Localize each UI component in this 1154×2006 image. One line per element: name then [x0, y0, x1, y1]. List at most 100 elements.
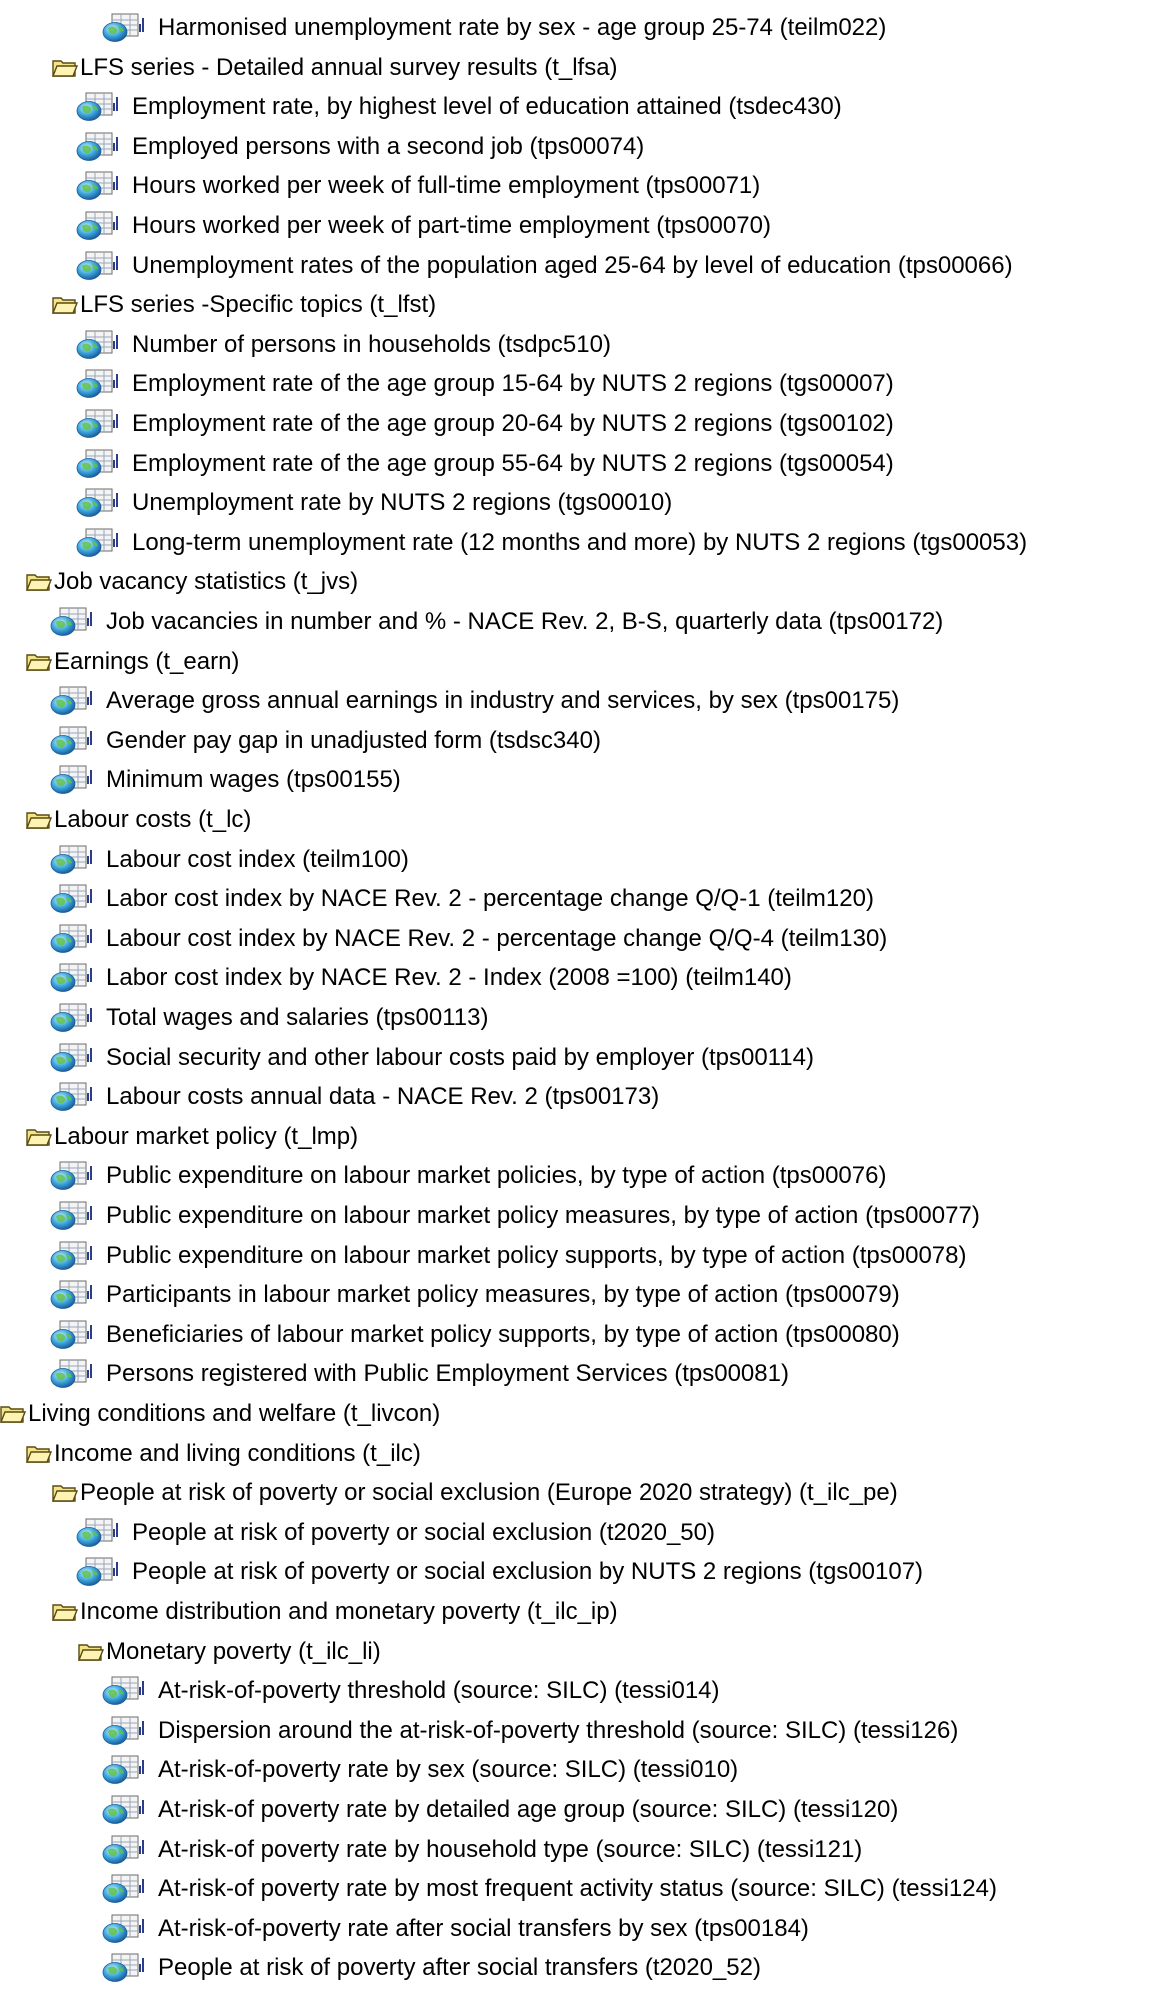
dataset-table-icon [50, 607, 94, 637]
dataset-node-labour-cost-index-by-nace-rev-2-percenta[interactable]: Labour cost index by NACE Rev. 2 - perce… [50, 919, 887, 959]
folder-label: Earnings (t_earn) [54, 647, 240, 675]
dataset-table-icon [50, 1043, 94, 1073]
dataset-label: Employment rate of the age group 20-64 b… [132, 410, 894, 437]
dataset-node-total-wages-and-salaries[interactable]: Total wages and salaries (tps00113) [50, 998, 488, 1038]
dataset-node-public-expenditure-on-labour-market-poli[interactable]: Public expenditure on labour market poli… [50, 1236, 966, 1276]
dataset-node-beneficiaries-of-labour-market-policy-su[interactable]: Beneficiaries of labour market policy su… [50, 1315, 900, 1355]
dataset-node-number-of-persons-in-households[interactable]: Number of persons in households (tsdpc51… [76, 325, 611, 365]
dataset-node-persons-registered-with-public-employmen[interactable]: Persons registered with Public Employmen… [50, 1354, 789, 1394]
dataset-table-icon [76, 251, 120, 281]
dataset-node-dispersion-around-the-at-risk-of-poverty[interactable]: Dispersion around the at-risk-of-poverty… [102, 1711, 958, 1751]
dataset-table-icon [50, 924, 94, 954]
dataset-node-hours-worked-per-week-of-part-time-emplo[interactable]: Hours worked per week of part-time emplo… [76, 206, 771, 246]
dataset-node-minimum-wages[interactable]: Minimum wages (tps00155) [50, 760, 401, 800]
dataset-label: Gender pay gap in unadjusted form (tsdsc… [106, 726, 601, 754]
dataset-table-icon [76, 171, 120, 201]
folder-node-lfs-series-specific-topics[interactable]: LFS series -Specific topics (t_lfst) [52, 285, 436, 325]
folder-node-labour-market-policy[interactable]: Labour market policy (t_lmp) [26, 1117, 358, 1157]
dataset-node-average-gross-annual-earnings-in-industr[interactable]: Average gross annual earnings in industr… [50, 681, 899, 721]
dataset-table-icon [76, 211, 120, 241]
folder-node-lfs-series-detailed-annual-survey-result[interactable]: LFS series - Detailed annual survey resu… [52, 48, 618, 88]
dataset-table-icon [50, 1280, 94, 1310]
folder-node-labour-costs[interactable]: Labour costs (t_lc) [26, 800, 251, 840]
dataset-table-icon [50, 765, 94, 795]
dataset-table-icon [76, 1557, 120, 1587]
dataset-label: Number of persons in households (tsdpc51… [132, 330, 611, 358]
dataset-node-participants-in-labour-market-policy-mea[interactable]: Participants in labour market policy mea… [50, 1275, 900, 1315]
dataset-node-labor-cost-index-by-nace-rev-2-percentag[interactable]: Labor cost index by NACE Rev. 2 - percen… [50, 879, 874, 919]
dataset-node-employment-rate-of-the-age-group-55-64-b[interactable]: Employment rate of the age group 55-64 b… [76, 444, 894, 484]
open-folder-icon [52, 1602, 78, 1622]
dataset-node-public-expenditure-on-labour-market-poli[interactable]: Public expenditure on labour market poli… [50, 1156, 886, 1196]
dataset-table-icon [76, 409, 120, 439]
dataset-node-labour-costs-annual-data-nace-rev-2[interactable]: Labour costs annual data - NACE Rev. 2 (… [50, 1077, 659, 1117]
dataset-label: Average gross annual earnings in industr… [106, 687, 900, 715]
dataset-table-icon [76, 369, 120, 399]
folder-node-income-distribution-and-monetary-poverty[interactable]: Income distribution and monetary poverty… [52, 1592, 618, 1632]
folder-label: People at risk of poverty or social excl… [80, 1479, 898, 1507]
dataset-node-employment-rate-of-the-age-group-15-64-b[interactable]: Employment rate of the age group 15-64 b… [76, 364, 894, 404]
dataset-label: Long-term unemployment rate (12 months a… [132, 528, 1028, 556]
folder-node-earnings[interactable]: Earnings (t_earn) [26, 642, 239, 682]
open-folder-icon [0, 1404, 26, 1424]
dataset-table-icon [102, 13, 146, 43]
folder-node-job-vacancy-statistics[interactable]: Job vacancy statistics (t_jvs) [26, 562, 358, 602]
open-folder-icon [26, 1444, 52, 1464]
dataset-label: Public expenditure on labour market poli… [106, 1241, 967, 1269]
dataset-node-employment-rate-of-the-age-group-20-64-b[interactable]: Employment rate of the age group 20-64 b… [76, 404, 894, 444]
dataset-node-long-term-unemployment-rate-by-nuts-2-re[interactable]: Long-term unemployment rate (12 months a… [76, 523, 1027, 563]
open-folder-icon [26, 1127, 52, 1147]
dataset-table-icon [102, 1755, 146, 1785]
dataset-node-at-risk-of-poverty-rate-after-social-tra[interactable]: At-risk-of-poverty rate after social tra… [102, 1909, 809, 1949]
dataset-node-employment-rate-by-highest-level-of-educ[interactable]: Employment rate, by highest level of edu… [76, 87, 842, 127]
dataset-node-at-risk-of-poverty-threshold[interactable]: At-risk-of-poverty threshold (source: SI… [102, 1671, 720, 1711]
dataset-node-hours-worked-per-week-of-full-time-emplo[interactable]: Hours worked per week of full-time emplo… [76, 166, 760, 206]
dataset-table-icon [102, 1835, 146, 1865]
dataset-label: At-risk-of-poverty threshold (source: SI… [158, 1677, 720, 1705]
dataset-node-job-vacancies-in-number-and-nace-rev-2-b[interactable]: Job vacancies in number and % - NACE Rev… [50, 602, 943, 642]
dataset-table-icon [50, 1359, 94, 1389]
dataset-table-icon [102, 1914, 146, 1944]
dataset-node-employed-persons-with-a-second-job[interactable]: Employed persons with a second job (tps0… [76, 127, 644, 167]
dataset-node-at-risk-of-poverty-rate-by-sex[interactable]: At-risk-of-poverty rate by sex (source: … [102, 1750, 738, 1790]
dataset-table-icon [76, 449, 120, 479]
dataset-table-icon [50, 1320, 94, 1350]
dataset-label: At-risk-of-poverty rate by sex (source: … [158, 1756, 739, 1784]
dataset-node-people-at-risk-of-poverty-after-social-t[interactable]: People at risk of poverty after social t… [102, 1948, 761, 1988]
dataset-table-icon [50, 726, 94, 756]
open-folder-icon [26, 572, 52, 592]
dataset-node-gender-pay-gap-in-unadjusted-form[interactable]: Gender pay gap in unadjusted form (tsdsc… [50, 721, 601, 761]
folder-node-people-at-risk-of-poverty-or-social-excl[interactable]: People at risk of poverty or social excl… [52, 1473, 898, 1513]
dataset-node-labor-cost-index-by-nace-rev-2-index[interactable]: Labor cost index by NACE Rev. 2 - Index … [50, 958, 792, 998]
dataset-node-unemployment-rates-of-the-population-age[interactable]: Unemployment rates of the population age… [76, 246, 1013, 286]
dataset-node-people-at-risk-of-poverty-or-social-excl[interactable]: People at risk of poverty or social excl… [76, 1513, 715, 1553]
dataset-label: People at risk of poverty after social t… [158, 1954, 761, 1982]
dataset-table-icon [102, 1953, 146, 1983]
dataset-node-people-at-risk-of-poverty-or-social-excl[interactable]: People at risk of poverty or social excl… [76, 1552, 923, 1592]
dataset-node-harmonised-unemployment-rate-by-sex-age-[interactable]: Harmonised unemployment rate by sex - ag… [102, 8, 886, 48]
dataset-node-at-risk-of-poverty-rate-by-most-frequent[interactable]: At-risk-of poverty rate by most frequent… [102, 1869, 997, 1909]
dataset-table-icon [102, 1676, 146, 1706]
dataset-node-at-risk-of-poverty-rate-by-detailed-age-[interactable]: At-risk-of poverty rate by detailed age … [102, 1790, 898, 1830]
open-folder-icon [26, 810, 52, 830]
dataset-label: Persons registered with Public Employmen… [106, 1360, 789, 1388]
dataset-label: Labour cost index by NACE Rev. 2 - perce… [106, 924, 888, 952]
folder-label: LFS series -Specific topics (t_lfst) [80, 291, 437, 319]
dataset-node-unemployment-rate-by-nuts-2-regions[interactable]: Unemployment rate by NUTS 2 regions (tgs… [76, 483, 672, 523]
dataset-node-social-security-and-other-labour-costs-p[interactable]: Social security and other labour costs p… [50, 1038, 814, 1078]
dataset-node-public-expenditure-on-labour-market-poli[interactable]: Public expenditure on labour market poli… [50, 1196, 980, 1236]
dataset-table-icon [50, 1003, 94, 1033]
folder-node-living-conditions-and-welfare[interactable]: Living conditions and welfare (t_livcon) [0, 1394, 440, 1434]
dataset-table-icon [50, 1082, 94, 1112]
dataset-table-icon [50, 1161, 94, 1191]
dataset-label: At-risk-of poverty rate by detailed age … [158, 1796, 899, 1823]
dataset-label: At-risk-of poverty rate by most frequent… [158, 1875, 997, 1903]
dataset-label: Unemployment rates of the population age… [132, 251, 1013, 279]
folder-node-income-and-living-conditions[interactable]: Income and living conditions (t_ilc) [26, 1434, 421, 1474]
dataset-label: People at risk of poverty or social excl… [132, 1558, 924, 1586]
folder-node-monetary-poverty[interactable]: Monetary poverty (t_ilc_li) [78, 1632, 381, 1672]
dataset-label: Participants in labour market policy mea… [106, 1281, 900, 1309]
folder-label: Monetary poverty (t_ilc_li) [106, 1637, 381, 1665]
dataset-node-at-risk-of-poverty-rate-by-household-typ[interactable]: At-risk-of poverty rate by household typ… [102, 1830, 862, 1870]
dataset-node-labour-cost-index[interactable]: Labour cost index (teilm100) [50, 840, 409, 880]
